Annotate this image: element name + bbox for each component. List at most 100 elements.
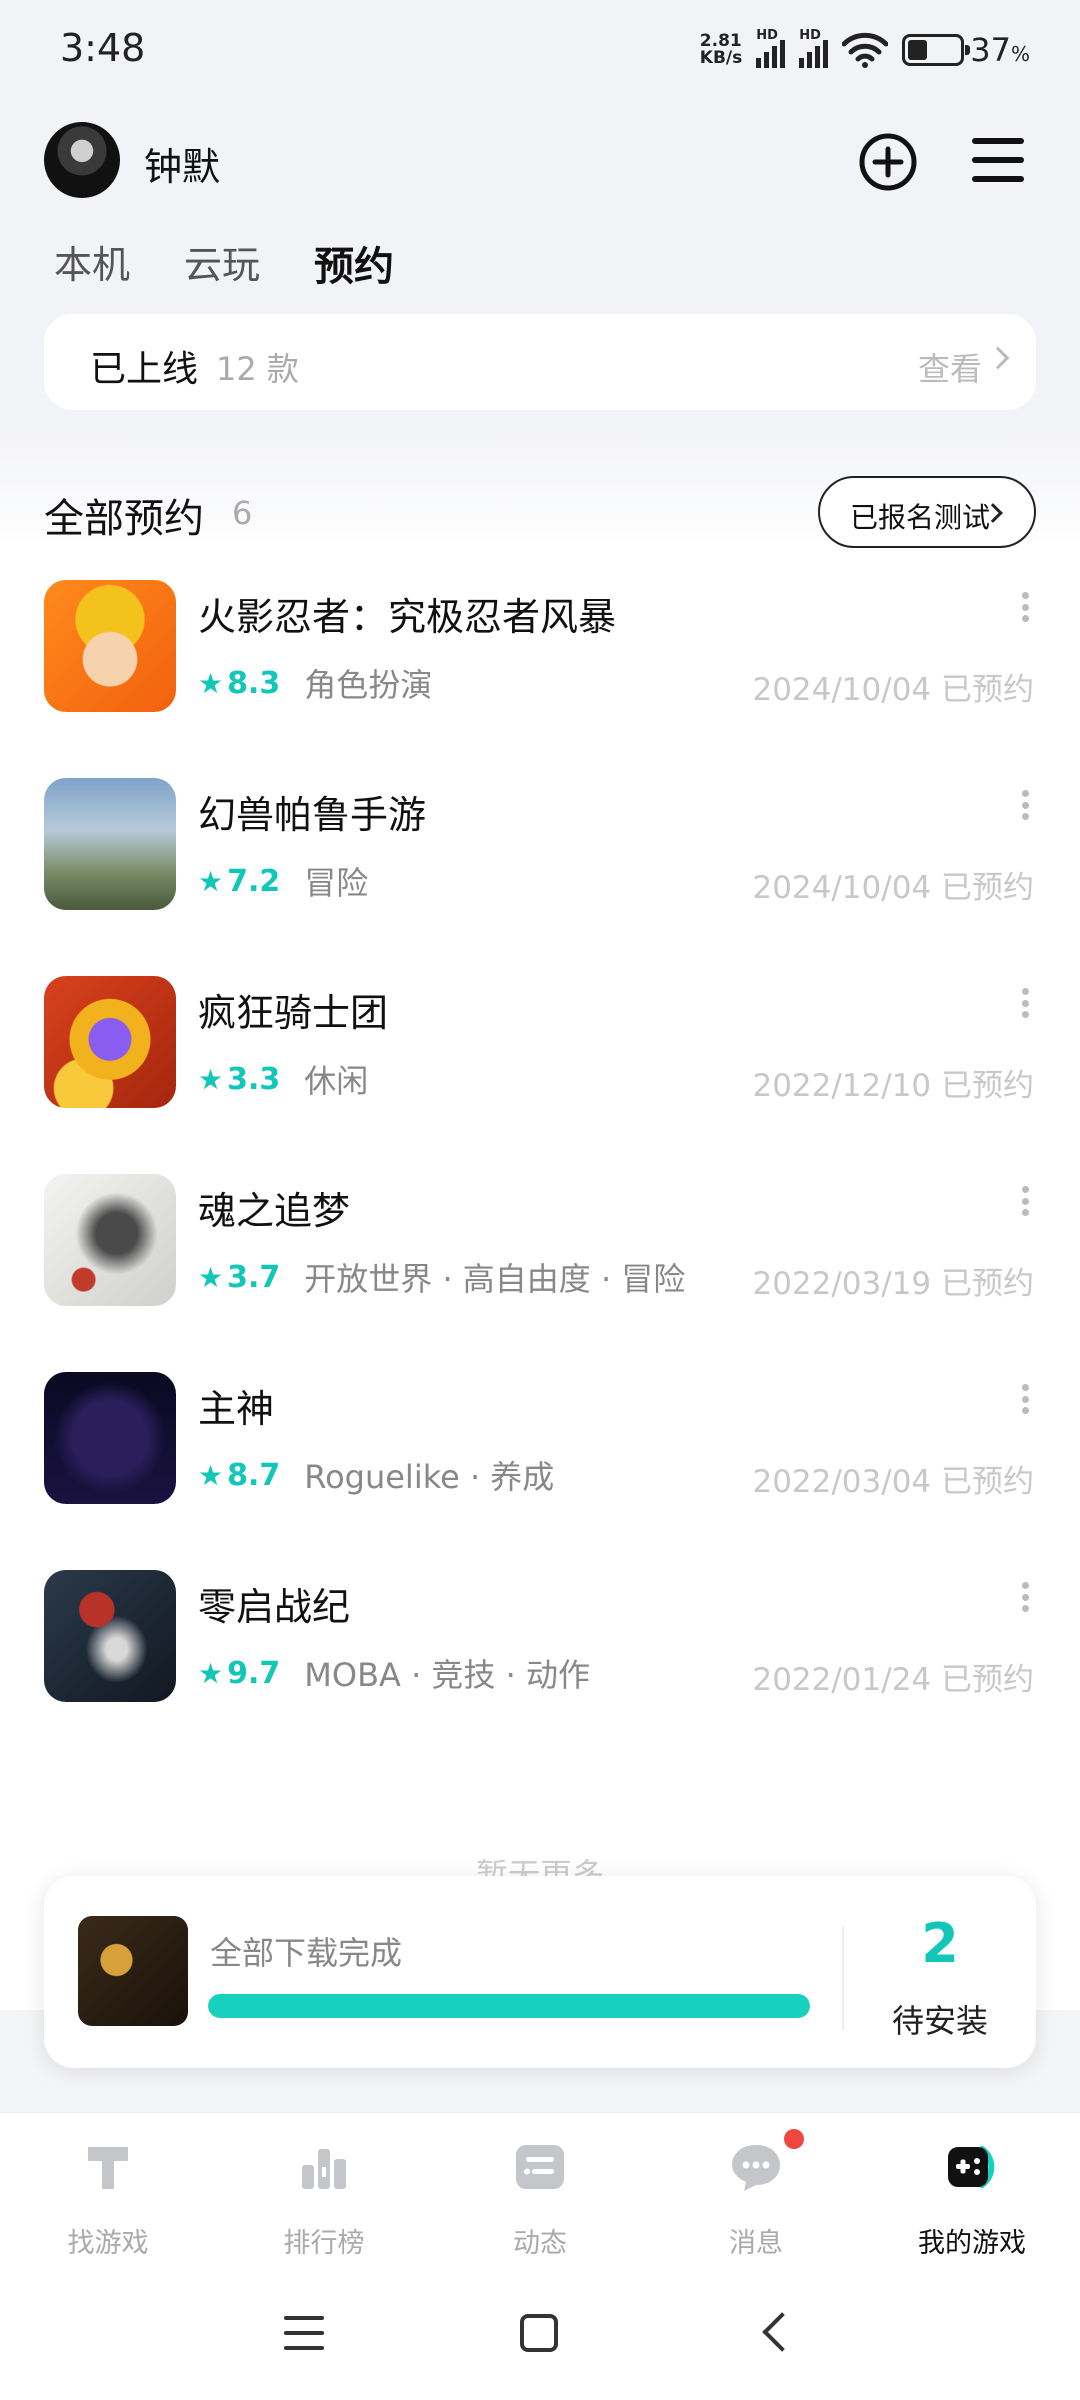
game-name: 疯狂骑士团 bbox=[198, 991, 389, 1035]
user-name[interactable]: 钟默 bbox=[144, 136, 220, 191]
game-meta: ★ 3.3 休闲 bbox=[198, 1056, 368, 1102]
more-vertical-icon[interactable] bbox=[1022, 790, 1030, 820]
game-name: 主神 bbox=[198, 1387, 275, 1431]
game-name: 火影忍者：究极忍者风暴 bbox=[198, 595, 617, 639]
more-vertical-icon[interactable] bbox=[1022, 1582, 1030, 1612]
ranking-icon bbox=[302, 2149, 346, 2189]
game-rating: 3.3 bbox=[227, 1061, 281, 1097]
pending-install-label[interactable]: 待安装 bbox=[844, 1996, 1036, 2042]
game-rating: 8.7 bbox=[227, 1457, 281, 1493]
add-button[interactable] bbox=[858, 132, 918, 192]
list-item[interactable]: 主神 ★ 8.7 Roguelike · 养成 2022/03/04 已预约 bbox=[0, 1372, 1080, 1570]
section-title: 全部预约 bbox=[44, 496, 204, 542]
nav-label: 我的游戏 bbox=[918, 2228, 1026, 2259]
nav-feed[interactable]: 动态 bbox=[432, 2113, 648, 2272]
section-count: 6 bbox=[232, 494, 253, 532]
game-icon-zero-war bbox=[44, 1570, 176, 1702]
online-games-card[interactable]: 已上线 12 款 查看 bbox=[44, 314, 1036, 410]
network-speed-unit: KB/s bbox=[699, 48, 743, 68]
tab-reservation[interactable]: 预约 bbox=[310, 234, 399, 298]
signal-icon: HD bbox=[756, 28, 786, 68]
tab-bar: 本机 云玩 预约 bbox=[54, 234, 399, 298]
game-rating: 3.7 bbox=[227, 1259, 281, 1295]
downloaded-game-thumbnail bbox=[78, 1916, 188, 2026]
list-item[interactable]: 魂之追梦 ★ 3.7 开放世界 · 高自由度 · 冒险 2022/03/19 已… bbox=[0, 1174, 1080, 1372]
game-icon-palworld bbox=[44, 778, 176, 910]
back-icon[interactable] bbox=[762, 2312, 802, 2352]
nav-label: 找游戏 bbox=[67, 2228, 149, 2259]
battery-icon: 37% bbox=[902, 31, 1030, 69]
nav-label: 排行榜 bbox=[283, 2228, 365, 2259]
game-meta: ★ 8.7 Roguelike · 养成 bbox=[198, 1452, 554, 1498]
more-vertical-icon[interactable] bbox=[1022, 1186, 1030, 1216]
system-nav-bar bbox=[0, 2272, 1080, 2400]
game-meta: ★ 9.7 MOBA · 竞技 · 动作 bbox=[198, 1650, 590, 1696]
avatar[interactable] bbox=[44, 122, 120, 198]
star-icon: ★ bbox=[198, 1260, 224, 1294]
battery-percent: 37% bbox=[970, 31, 1030, 69]
game-icon-chief-god bbox=[44, 1372, 176, 1504]
plus-circle-icon bbox=[859, 133, 917, 191]
status-icons: 2.81 KB/s HD HD 37% bbox=[700, 26, 1030, 74]
reservation-date: 2022/03/19 已预约 bbox=[752, 1266, 1034, 1302]
list-item[interactable]: 疯狂骑士团 ★ 3.3 休闲 2022/12/10 已预约 bbox=[0, 976, 1080, 1174]
game-rating: 7.2 bbox=[227, 863, 281, 899]
download-progress-fill bbox=[208, 1994, 810, 2018]
nav-label: 动态 bbox=[513, 2228, 567, 2259]
game-icon-naruto bbox=[44, 580, 176, 712]
registered-test-button[interactable]: 已报名测试 bbox=[818, 476, 1036, 548]
pending-install-count[interactable]: 2 bbox=[844, 1912, 1036, 1975]
reservation-date: 2022/01/24 已预约 bbox=[752, 1662, 1034, 1698]
more-vertical-icon[interactable] bbox=[1022, 988, 1030, 1018]
star-icon: ★ bbox=[198, 1458, 224, 1492]
reservation-date: 2022/12/10 已预约 bbox=[752, 1068, 1034, 1104]
game-name: 魂之追梦 bbox=[198, 1189, 351, 1233]
download-status: 全部下载完成 bbox=[210, 1934, 403, 1972]
message-icon bbox=[732, 2145, 780, 2191]
home-icon[interactable] bbox=[520, 2314, 558, 2352]
game-tags: Roguelike · 养成 bbox=[304, 1458, 555, 1496]
game-tags: 休闲 bbox=[304, 1062, 369, 1100]
menu-button[interactable] bbox=[970, 134, 1026, 186]
reservation-date: 2024/10/04 已预约 bbox=[752, 870, 1034, 906]
reservation-date: 2024/10/04 已预约 bbox=[752, 672, 1034, 708]
find-games-icon bbox=[88, 2147, 128, 2189]
game-name: 零启战纪 bbox=[198, 1585, 351, 1629]
list-item[interactable]: 零启战纪 ★ 9.7 MOBA · 竞技 · 动作 2022/01/24 已预约 bbox=[0, 1570, 1080, 1768]
game-tags: 冒险 bbox=[304, 864, 369, 902]
my-games-icon bbox=[948, 2146, 995, 2188]
registered-test-label: 已报名测试 bbox=[850, 501, 991, 534]
list-item[interactable]: 幻兽帕鲁手游 ★ 7.2 冒险 2024/10/04 已预约 bbox=[0, 778, 1080, 976]
feed-icon bbox=[516, 2145, 564, 2189]
game-icon-crazy-knights bbox=[44, 976, 176, 1108]
hd-label: HD bbox=[756, 28, 778, 43]
game-rating: 9.7 bbox=[227, 1655, 281, 1691]
view-link[interactable]: 查看 bbox=[918, 344, 982, 390]
wifi-icon bbox=[842, 32, 889, 68]
list-item[interactable]: 火影忍者：究极忍者风暴 ★ 8.3 角色扮演 2024/10/04 已预约 bbox=[0, 580, 1080, 778]
signal-icon-2: HD bbox=[799, 28, 829, 68]
game-meta: ★ 3.7 开放世界 · 高自由度 · 冒险 bbox=[198, 1254, 685, 1300]
online-label: 已上线 bbox=[90, 349, 199, 390]
nav-ranking[interactable]: 排行榜 bbox=[216, 2113, 432, 2272]
game-meta: ★ 8.3 角色扮演 bbox=[198, 660, 432, 706]
game-tags: MOBA · 竞技 · 动作 bbox=[304, 1656, 590, 1694]
game-icon-soul-dream bbox=[44, 1174, 176, 1306]
nav-my-games[interactable]: 我的游戏 bbox=[864, 2113, 1080, 2272]
nav-find-games[interactable]: 找游戏 bbox=[0, 2113, 216, 2272]
game-meta: ★ 7.2 冒险 bbox=[198, 858, 368, 904]
recent-apps-icon[interactable] bbox=[284, 2316, 324, 2350]
tab-cloud-play[interactable]: 云玩 bbox=[184, 234, 260, 298]
game-tags: 角色扮演 bbox=[304, 666, 433, 704]
game-rating: 8.3 bbox=[227, 665, 281, 701]
more-vertical-icon[interactable] bbox=[1022, 1384, 1030, 1414]
more-vertical-icon[interactable] bbox=[1022, 592, 1030, 622]
network-speed: 2.81 KB/s bbox=[700, 33, 742, 67]
download-status-card[interactable]: 全部下载完成 2 待安装 bbox=[44, 1876, 1036, 2068]
star-icon: ★ bbox=[198, 864, 224, 898]
tab-local[interactable]: 本机 bbox=[54, 234, 130, 298]
nav-messages[interactable]: 消息 bbox=[648, 2113, 864, 2272]
nav-label: 消息 bbox=[729, 2228, 783, 2259]
online-count: 12 款 bbox=[216, 350, 299, 388]
status-bar: 3:48 2.81 KB/s HD HD 37% bbox=[0, 0, 1080, 100]
